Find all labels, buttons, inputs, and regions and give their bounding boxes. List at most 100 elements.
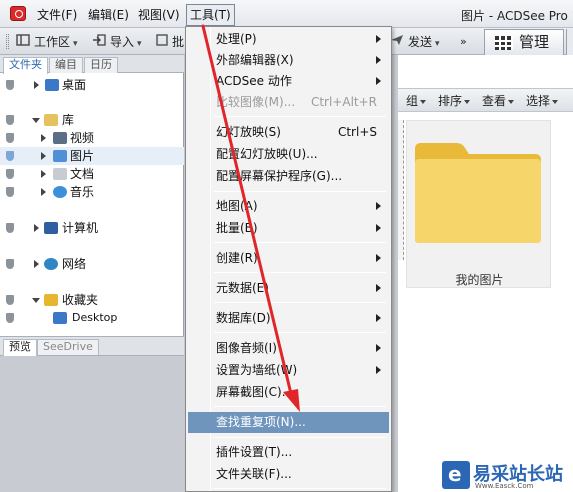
mode-tab-edge[interactable] bbox=[566, 29, 573, 55]
submenu-arrow-icon bbox=[376, 77, 381, 85]
menu-item-external-editors[interactable]: 外部编辑器(X) bbox=[188, 50, 389, 71]
view-button[interactable]: 查看 bbox=[482, 92, 515, 110]
menu-separator bbox=[214, 302, 386, 303]
menu-edit[interactable]: 编辑(E) bbox=[85, 6, 132, 24]
menu-item-set-wallpaper[interactable]: 设置为墙纸(W) bbox=[188, 360, 389, 381]
collapse-icon[interactable] bbox=[32, 298, 40, 303]
menu-separator bbox=[214, 332, 386, 333]
pin-icon[interactable] bbox=[6, 115, 14, 125]
pin-icon[interactable] bbox=[6, 259, 14, 269]
tree-item-favorites[interactable]: 收藏夹 bbox=[0, 291, 184, 309]
group-button[interactable]: 组 bbox=[406, 92, 427, 110]
submenu-arrow-icon bbox=[376, 344, 381, 352]
pin-icon[interactable] bbox=[6, 151, 14, 161]
menu-item-process[interactable]: 处理(P) bbox=[188, 29, 389, 50]
manage-mode-tab[interactable]: 管理 bbox=[484, 29, 564, 55]
favorites-icon bbox=[44, 294, 58, 306]
library-icon bbox=[44, 114, 58, 126]
submenu-arrow-icon bbox=[376, 254, 381, 262]
tree-item-videos[interactable]: 视频 bbox=[0, 129, 184, 147]
expand-icon[interactable] bbox=[34, 260, 39, 268]
menu-item-metadata[interactable]: 元数据(E) bbox=[188, 278, 389, 299]
expand-icon[interactable] bbox=[34, 224, 39, 232]
menu-item-configure-slideshow[interactable]: 配置幻灯放映(U)... bbox=[188, 144, 389, 165]
toolbar-grip[interactable] bbox=[6, 34, 9, 49]
menu-item-label: 创建(R) bbox=[216, 251, 258, 265]
menu-item-find-duplicates[interactable]: 查找重复项(N)... bbox=[188, 412, 389, 433]
menu-item-label: 外部编辑器(X) bbox=[216, 53, 294, 67]
app-icon[interactable] bbox=[10, 6, 26, 21]
menu-item-label: 数据库(D) bbox=[216, 311, 271, 325]
menu-item-image-audio[interactable]: 图像音频(I) bbox=[188, 338, 389, 359]
thumbnail-partial[interactable] bbox=[398, 120, 404, 260]
expand-icon[interactable] bbox=[34, 81, 39, 89]
expand-icon[interactable] bbox=[41, 152, 46, 160]
pin-icon[interactable] bbox=[6, 313, 14, 323]
menu-item-compare-images[interactable]: 比较图像(M)... Ctrl+Alt+R bbox=[188, 92, 389, 113]
menu-item-label: 查找重复项(N)... bbox=[216, 415, 306, 429]
preview-panel bbox=[0, 356, 184, 492]
menu-item-batch[interactable]: 批量(B) bbox=[188, 218, 389, 239]
menu-item-database[interactable]: 数据库(D) bbox=[188, 308, 389, 329]
menu-item-plugin-settings[interactable]: 插件设置(T)... bbox=[188, 442, 389, 463]
toolbar-overflow-icon[interactable]: » bbox=[460, 32, 467, 52]
expand-icon[interactable] bbox=[41, 188, 46, 196]
send-button[interactable]: 发送 ▾ bbox=[390, 32, 440, 52]
menu-item-label: 配置屏幕保护程序(G)... bbox=[216, 169, 343, 183]
thumbnail-my-pictures[interactable]: 我的图片 bbox=[406, 120, 551, 288]
tab-seedrive[interactable]: SeeDrive bbox=[37, 339, 99, 355]
send-label: 发送 bbox=[408, 35, 433, 49]
tree-item-network[interactable]: 网络 bbox=[0, 255, 184, 273]
sort-button[interactable]: 排序 bbox=[438, 92, 471, 110]
menu-separator bbox=[214, 191, 386, 192]
file-list-toolbar: 组 排序 查看 选择 bbox=[398, 88, 573, 112]
tree-item-desktop-fav[interactable]: Desktop bbox=[0, 309, 184, 327]
network-icon bbox=[44, 258, 58, 270]
pin-icon[interactable] bbox=[6, 223, 14, 233]
tab-preview[interactable]: 预览 bbox=[3, 339, 37, 356]
watermark-url: Www.Easck.Com bbox=[475, 482, 534, 490]
menu-view[interactable]: 视图(V) bbox=[135, 6, 183, 24]
workspace-button[interactable]: 工作区 ▾ bbox=[16, 32, 78, 52]
menu-tools[interactable]: 工具(T) bbox=[186, 4, 235, 26]
select-button[interactable]: 选择 bbox=[526, 92, 559, 110]
pin-icon[interactable] bbox=[6, 169, 14, 179]
file-list-pane: 组 排序 查看 选择 我的图片 bbox=[398, 55, 573, 492]
menu-item-file-associations[interactable]: 文件关联(F)... bbox=[188, 464, 389, 485]
submenu-arrow-icon bbox=[376, 284, 381, 292]
collapse-icon[interactable] bbox=[32, 118, 40, 123]
watermark-logo-icon bbox=[442, 461, 470, 489]
menu-item-configure-screensaver[interactable]: 配置屏幕保护程序(G)... bbox=[188, 166, 389, 187]
import-button[interactable]: 导入 ▾ bbox=[92, 32, 142, 52]
window-title: 图片 - ACDSee Pro 10 bbox=[461, 9, 573, 23]
menu-item-label: 配置幻灯放映(U)... bbox=[216, 147, 318, 161]
pin-icon[interactable] bbox=[6, 187, 14, 197]
expand-icon[interactable] bbox=[41, 134, 46, 142]
tree-item-desktop[interactable]: 桌面 bbox=[0, 76, 184, 94]
menu-item-create[interactable]: 创建(R) bbox=[188, 248, 389, 269]
pin-icon[interactable] bbox=[6, 295, 14, 305]
tree-item-music[interactable]: 音乐 bbox=[0, 183, 184, 201]
menu-file[interactable]: 文件(F) bbox=[34, 6, 80, 24]
batch-button[interactable]: 批 bbox=[156, 32, 184, 52]
menu-item-acdsee-actions[interactable]: ACDSee 动作 bbox=[188, 71, 389, 92]
tree-label: 图片 bbox=[70, 149, 95, 163]
tree-label: 计算机 bbox=[62, 221, 99, 235]
tree-item-documents[interactable]: 文档 bbox=[0, 165, 184, 183]
tab-calendar[interactable]: 日历 bbox=[84, 57, 118, 73]
menu-item-screen-capture[interactable]: 屏幕截图(C)... bbox=[188, 382, 389, 403]
tree-item-library[interactable]: 库 bbox=[0, 111, 184, 129]
folder-icon bbox=[415, 143, 541, 243]
tree-item-pictures[interactable]: 图片 bbox=[0, 147, 184, 165]
music-icon bbox=[53, 186, 67, 198]
tree-item-computer[interactable]: 计算机 bbox=[0, 219, 184, 237]
menu-item-map[interactable]: 地图(A) bbox=[188, 196, 389, 217]
menu-item-slideshow[interactable]: 幻灯放映(S) Ctrl+S bbox=[188, 122, 389, 143]
tab-catalog[interactable]: 编目 bbox=[49, 57, 83, 73]
expand-icon[interactable] bbox=[41, 170, 46, 178]
menu-item-label: 设置为墙纸(W) bbox=[216, 363, 298, 377]
tab-folders[interactable]: 文件夹 bbox=[3, 57, 48, 74]
desktop-icon bbox=[45, 79, 59, 91]
pin-icon[interactable] bbox=[6, 80, 14, 90]
pin-icon[interactable] bbox=[6, 133, 14, 143]
